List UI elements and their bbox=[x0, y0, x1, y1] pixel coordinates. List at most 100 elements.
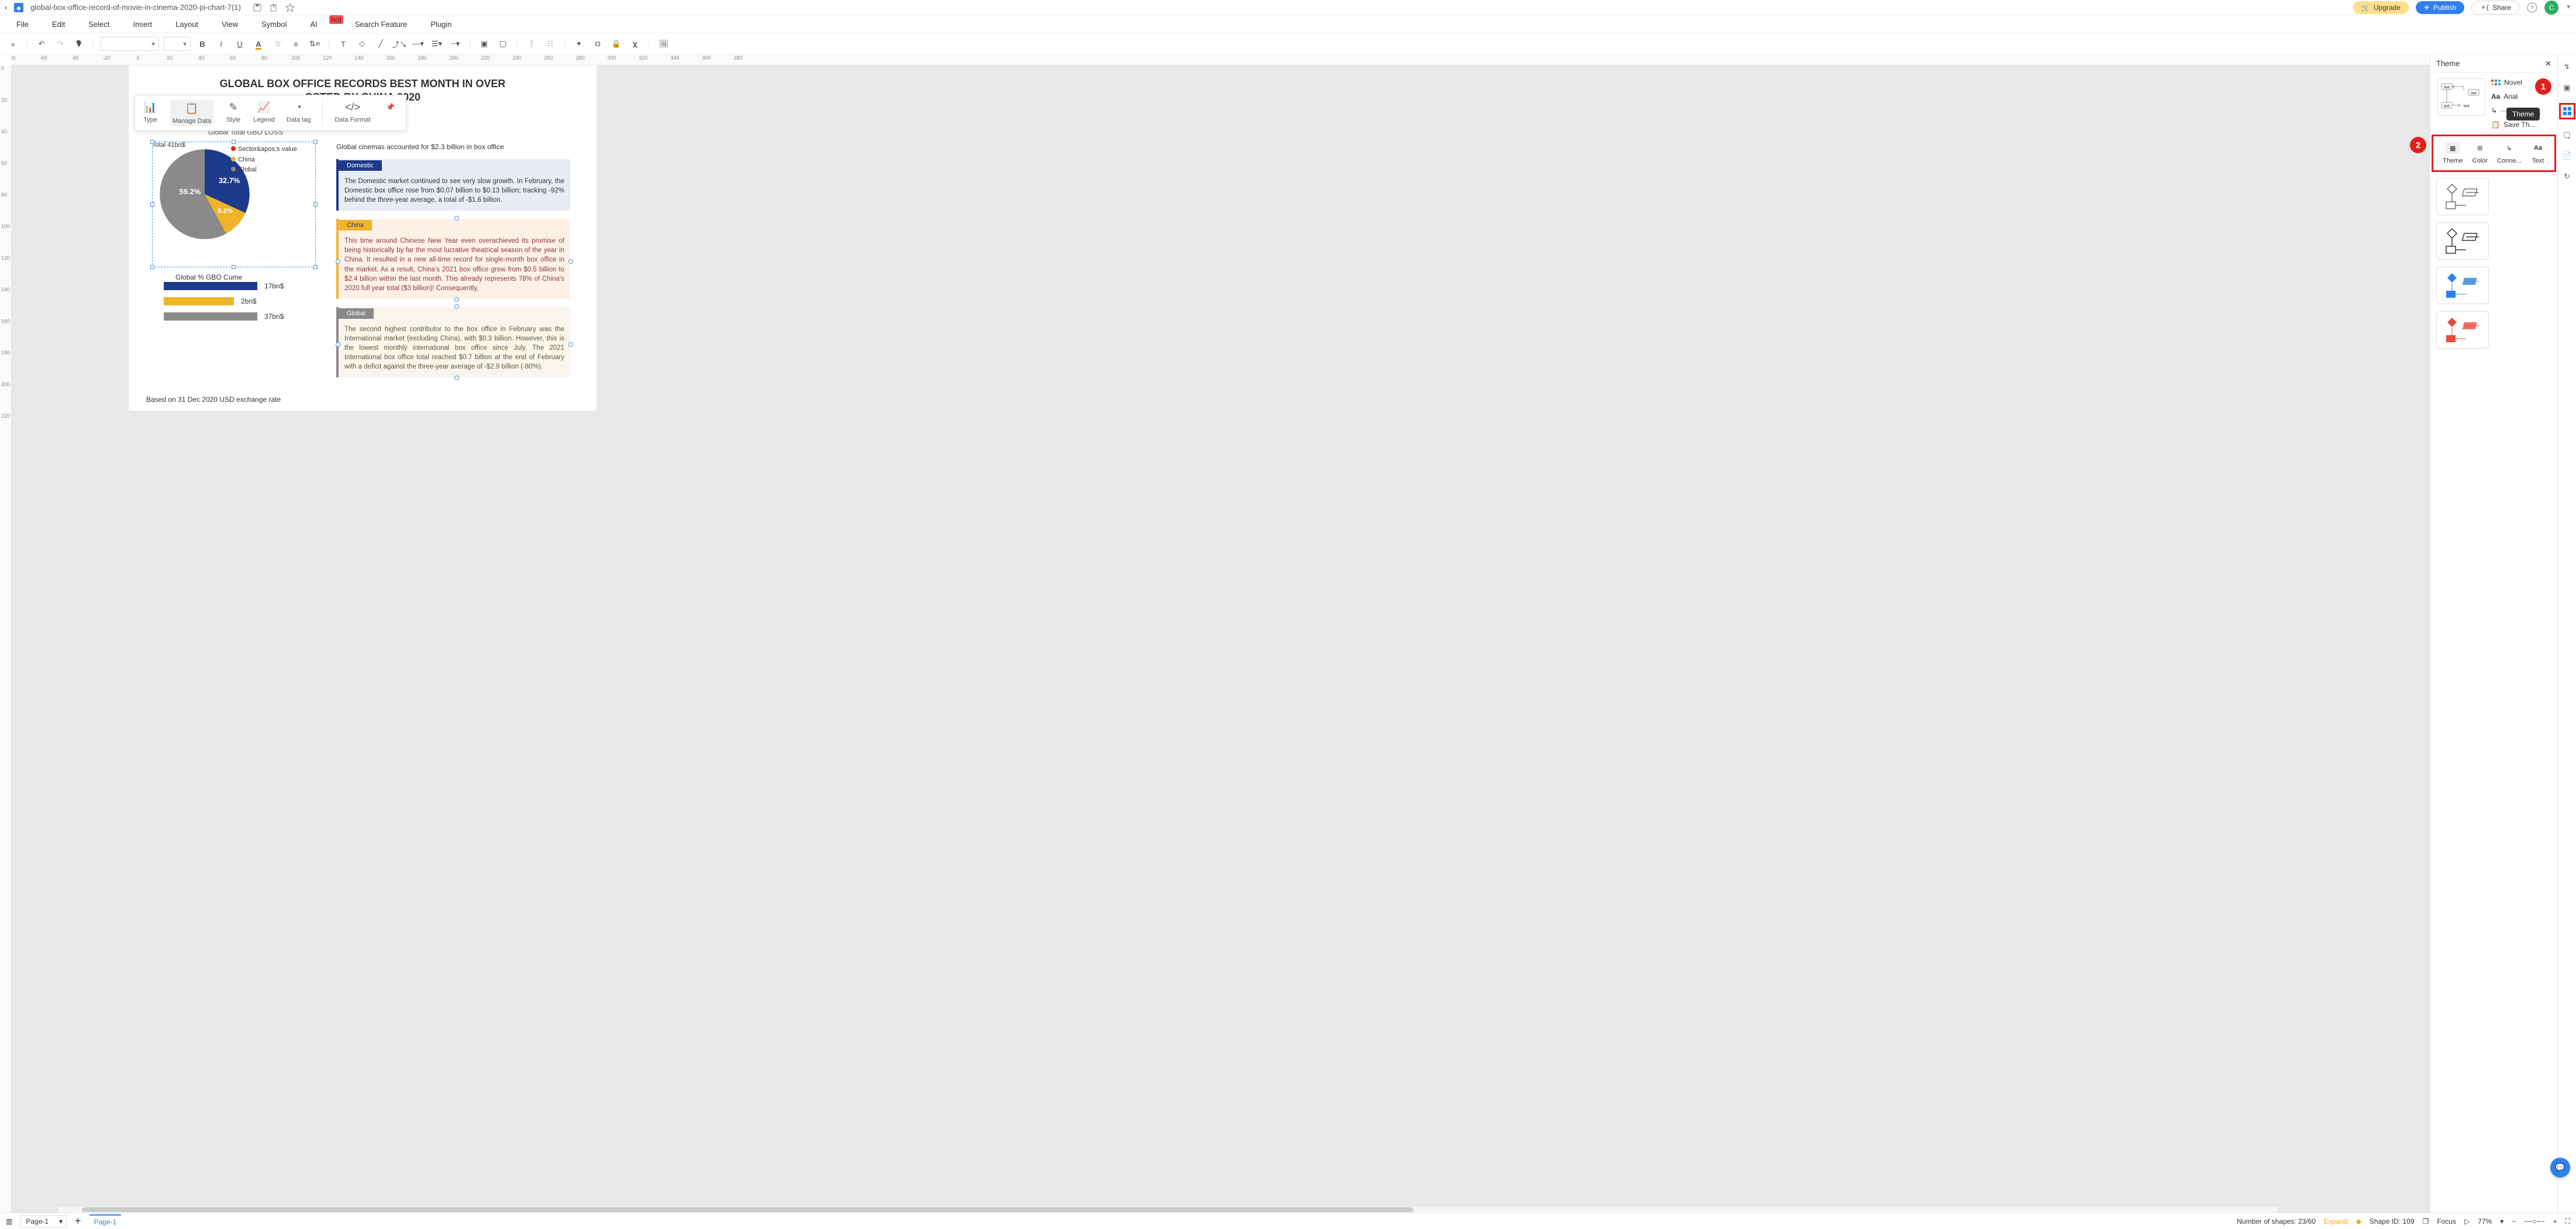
resize-handle[interactable] bbox=[150, 265, 154, 269]
resize-handle[interactable] bbox=[150, 140, 154, 144]
fill-icon[interactable]: ◇ bbox=[355, 37, 369, 51]
user-avatar[interactable]: C bbox=[2544, 1, 2558, 15]
resize-handle[interactable] bbox=[232, 265, 236, 269]
help-icon[interactable]: ? bbox=[2527, 2, 2537, 13]
theme-preset-2[interactable] bbox=[2436, 222, 2489, 260]
theme-tab-connector[interactable]: ↳ Conne... bbox=[2497, 142, 2522, 164]
canvas-page[interactable]: GLOBAL BOX OFFICE RECORDS BEST MONTH IN … bbox=[129, 66, 596, 411]
line-style-icon[interactable]: —▾ bbox=[411, 37, 425, 51]
line-icon[interactable]: ╱ bbox=[374, 37, 388, 51]
theme-tab-text[interactable]: Aa Text bbox=[2531, 142, 2545, 164]
align-icon[interactable]: ≡ bbox=[289, 37, 303, 51]
zoom-in-icon[interactable]: + bbox=[2553, 1217, 2557, 1225]
expand-link[interactable]: Expand bbox=[2324, 1217, 2348, 1225]
back-button[interactable]: ‹ bbox=[5, 3, 7, 12]
resize-handle[interactable] bbox=[313, 140, 318, 144]
upgrade-button[interactable]: 🛒 Upgrade bbox=[2353, 1, 2409, 14]
shape-lib-icon[interactable]: ▣ bbox=[2561, 82, 2573, 94]
effects-icon[interactable]: ✦ bbox=[572, 37, 586, 51]
dash-style-icon[interactable]: ┄▾ bbox=[449, 37, 463, 51]
save-theme-option[interactable]: 📋 Save Th... bbox=[2491, 121, 2550, 129]
menu-view[interactable]: View bbox=[222, 20, 238, 29]
underline-icon[interactable]: U bbox=[233, 37, 247, 51]
expand-tools-icon[interactable]: » bbox=[6, 37, 20, 51]
menu-insert[interactable]: Insert bbox=[133, 20, 153, 29]
chart-style-button[interactable]: ✎ Style bbox=[225, 100, 242, 126]
menu-select[interactable]: Select bbox=[88, 20, 109, 29]
menu-edit[interactable]: Edit bbox=[52, 20, 65, 29]
menu-layout[interactable]: Layout bbox=[175, 20, 198, 29]
horizontal-scrollbar[interactable] bbox=[58, 1207, 2278, 1213]
bold-icon[interactable]: B bbox=[195, 37, 209, 51]
italic-icon[interactable]: I bbox=[214, 37, 228, 51]
undo-icon[interactable]: ↶ bbox=[35, 37, 49, 51]
scrollbar-thumb[interactable] bbox=[82, 1207, 1413, 1212]
format-painter-icon[interactable] bbox=[72, 37, 86, 51]
publish-button[interactable]: ✈ Publish bbox=[2416, 1, 2464, 14]
resize-handle[interactable] bbox=[313, 265, 318, 269]
avatar-dropdown-icon[interactable]: ▼ bbox=[2565, 4, 2571, 11]
notes-icon[interactable]: 📄 bbox=[2561, 150, 2573, 161]
menu-search-feature[interactable]: Search Feature bbox=[355, 20, 408, 29]
cursor-icon[interactable]: ↯ bbox=[2561, 61, 2573, 73]
focus-label[interactable]: Focus bbox=[2437, 1217, 2456, 1225]
export-icon[interactable] bbox=[269, 3, 278, 12]
text-tool-icon[interactable]: T bbox=[336, 37, 350, 51]
menu-file[interactable]: File bbox=[16, 20, 29, 29]
play-icon[interactable]: ▷ bbox=[2464, 1217, 2470, 1225]
current-theme-preview[interactable]: text text text text bbox=[2437, 78, 2485, 116]
theme-tab-color[interactable]: ⊞ Color bbox=[2472, 142, 2488, 164]
align-objects-icon[interactable]: ⫿ bbox=[525, 37, 539, 51]
outline-icon[interactable]: ▥ bbox=[6, 1217, 12, 1225]
data-tag-button[interactable]: ◔ Data tag bbox=[287, 100, 311, 126]
distribute-icon[interactable]: ☷ bbox=[543, 37, 557, 51]
data-format-button[interactable]: </> Data Format bbox=[334, 100, 370, 126]
zoom-out-icon[interactable]: − bbox=[2512, 1217, 2516, 1225]
layers-icon[interactable]: ❐ bbox=[2423, 1217, 2429, 1225]
theme-icon[interactable] bbox=[2559, 103, 2575, 119]
resize-handle[interactable] bbox=[313, 202, 318, 206]
font-size-dropdown[interactable]: ▾ bbox=[164, 37, 191, 51]
text-style-icon[interactable]: T̸ bbox=[270, 37, 284, 51]
chart-legend-button[interactable]: 📈 Legend bbox=[253, 100, 275, 126]
theme-preset-4[interactable] bbox=[2436, 311, 2489, 349]
chart-type-button[interactable]: 📊 Type bbox=[142, 100, 158, 126]
menu-symbol[interactable]: Symbol bbox=[261, 20, 287, 29]
share-button[interactable]: ⚬⟨ Share bbox=[2471, 1, 2520, 15]
image-icon[interactable]: 🖼 bbox=[657, 37, 671, 51]
manage-data-button[interactable]: 📋 Manage Data bbox=[170, 100, 213, 126]
zoom-dropdown-icon[interactable]: ▾ bbox=[2500, 1217, 2503, 1225]
add-page-button[interactable]: + bbox=[75, 1215, 81, 1227]
crop-icon[interactable]: ⧉ bbox=[591, 37, 605, 51]
redo-icon[interactable]: ↷ bbox=[53, 37, 67, 51]
resize-handle[interactable] bbox=[150, 202, 154, 206]
line-spacing-icon[interactable]: ⇅≡ bbox=[308, 37, 322, 51]
save-icon[interactable] bbox=[253, 3, 262, 12]
theme-tab-theme[interactable]: ▦ Theme bbox=[2443, 142, 2463, 164]
theme-preset-1[interactable] bbox=[2436, 178, 2489, 215]
theme-preset-3[interactable] bbox=[2436, 267, 2489, 304]
resize-handle[interactable] bbox=[232, 140, 236, 144]
line-weight-icon[interactable]: ☰▾ bbox=[430, 37, 444, 51]
pin-button[interactable]: 📌 bbox=[382, 100, 399, 126]
star-icon[interactable] bbox=[285, 3, 295, 12]
active-page-tab[interactable]: Page-1 bbox=[89, 1214, 122, 1228]
menu-ai[interactable]: AIhot bbox=[310, 20, 331, 29]
canvas[interactable]: GLOBAL BOX OFFICE RECORDS BEST MONTH IN … bbox=[12, 66, 2430, 1213]
diamond-icon[interactable]: ◆ bbox=[2356, 1217, 2361, 1225]
font-color-icon[interactable]: A bbox=[251, 37, 265, 51]
chat-fab[interactable]: 💬 bbox=[2550, 1158, 2570, 1178]
send-backward-icon[interactable]: ▢ bbox=[496, 37, 510, 51]
history-icon[interactable]: ↻ bbox=[2561, 171, 2573, 183]
selection-box[interactable] bbox=[152, 142, 316, 267]
page-dropdown[interactable]: Page-1 bbox=[20, 1215, 67, 1228]
lock-icon[interactable]: 🔒 bbox=[609, 37, 623, 51]
menu-plugin[interactable]: Plugin bbox=[430, 20, 451, 29]
presentation-icon[interactable]: ▢͓ bbox=[2561, 129, 2573, 140]
font-family-dropdown[interactable]: ▾ bbox=[101, 37, 159, 51]
connector-icon[interactable]: ⤴↘ bbox=[392, 37, 406, 51]
formula-icon[interactable]: 𝛘 bbox=[628, 37, 642, 51]
bring-forward-icon[interactable]: ▣ bbox=[477, 37, 491, 51]
close-icon[interactable]: ✕ bbox=[2545, 59, 2551, 68]
fullscreen-icon[interactable]: ⛶ bbox=[2565, 1217, 2570, 1225]
